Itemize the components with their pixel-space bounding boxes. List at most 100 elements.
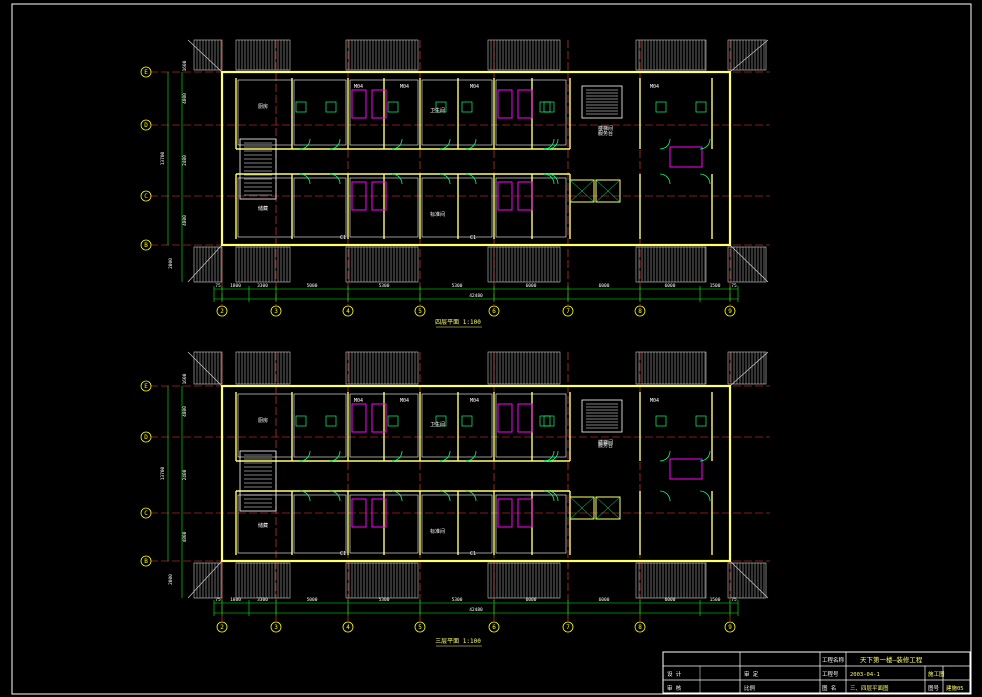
room-label: C1	[470, 235, 476, 241]
axis-bubble-col-8: 8	[634, 621, 646, 633]
room-label: 厨房	[258, 103, 268, 110]
room-label: M04	[470, 84, 479, 90]
room-label: 厨房	[258, 417, 268, 424]
axis-bubble-col-4: 4	[342, 305, 354, 317]
v-dim-text: 2400	[182, 469, 188, 480]
svg-text:D: D	[144, 434, 148, 441]
room-label: M04	[354, 398, 363, 404]
h-dim-overall: 42480	[469, 607, 483, 613]
h-dim-text: 1800	[230, 597, 241, 603]
v-dim-text: 4800	[182, 215, 188, 226]
tb-drawn-label: 设 计	[667, 670, 682, 678]
axis-bubble-col-3: 3	[270, 305, 282, 317]
v-dim-bottom: 2000	[168, 574, 174, 585]
svg-text:C: C	[144, 193, 148, 200]
h-dim-text: 75	[215, 283, 221, 289]
v-dim-text: 4800	[182, 406, 188, 417]
h-dim-text: 3300	[257, 283, 268, 289]
svg-text:9: 9	[728, 308, 732, 315]
cad-drawing-canvas: 厨房储藏卫生间楼梯间服务台标准间M04 M04 M04 M04C1 C116004800…	[0, 0, 982, 697]
room-label: M04	[400, 398, 409, 404]
room-label: C1	[340, 551, 346, 557]
h-dim-text: 1500	[710, 597, 721, 603]
room-label: M04	[400, 84, 409, 90]
svg-text:E: E	[144, 383, 148, 390]
v-dim-text: 1600	[182, 373, 188, 384]
h-dim-text: 1800	[230, 283, 241, 289]
svg-text:7: 7	[566, 624, 570, 631]
svg-text:6: 6	[492, 308, 496, 315]
h-dim-text: 75	[215, 597, 221, 603]
h-dim-text: 5300	[379, 597, 390, 603]
room-label: M04	[650, 398, 659, 404]
axis-bubble-col-6: 6	[488, 305, 500, 317]
tb-stage-label: 图号	[928, 684, 940, 692]
axis-bubble-col-9: 9	[724, 621, 736, 633]
axis-bubble-row-B: B	[140, 239, 152, 251]
axis-bubble-row-C: C	[140, 507, 152, 519]
h-dim-text: 5300	[452, 597, 463, 603]
h-dim-text: 3300	[257, 597, 268, 603]
h-dim-text: 6000	[526, 597, 537, 603]
room-label: 卫生间	[430, 421, 445, 428]
axis-bubble-col-5: 5	[414, 305, 426, 317]
tb-project-name: 天下第一楼—装修工程	[860, 655, 923, 664]
h-dim-text: 6000	[599, 597, 610, 603]
svg-text:E: E	[144, 69, 148, 76]
v-dim-text: 4800	[182, 93, 188, 104]
room-label: C1	[340, 235, 346, 241]
svg-text:5: 5	[418, 624, 422, 631]
axis-bubble-row-D: D	[140, 119, 152, 131]
room-label: 储藏	[258, 522, 268, 529]
axis-bubble-col-2: 2	[216, 621, 228, 633]
h-dim-text: 5300	[379, 283, 390, 289]
svg-text:7: 7	[566, 308, 570, 315]
axis-bubble-col-8: 8	[634, 305, 646, 317]
tb-drawing-no-label: 工程号	[822, 670, 839, 678]
h-dim-text: 6000	[599, 283, 610, 289]
tb-stage: 施工图	[928, 670, 945, 678]
v-dim-bottom: 2000	[168, 258, 174, 269]
axis-bubble-col-3: 3	[270, 621, 282, 633]
axis-bubble-row-C: C	[140, 190, 152, 202]
svg-text:5: 5	[418, 308, 422, 315]
v-dim-overall: 13700	[160, 151, 166, 165]
h-dim-overall: 42480	[469, 293, 483, 299]
v-dim-text: 2400	[182, 155, 188, 166]
v-dim-overall: 13700	[160, 466, 166, 480]
h-dim-text: 5300	[452, 283, 463, 289]
axis-bubble-col-5: 5	[414, 621, 426, 633]
h-dim-text: 1500	[710, 283, 721, 289]
room-label: 标准间	[430, 528, 445, 535]
room-label: M04	[650, 84, 659, 90]
axis-bubble-col-9: 9	[724, 305, 736, 317]
room-label: 服务台	[598, 442, 613, 449]
h-dim-text: 5000	[307, 597, 318, 603]
axis-bubble-row-D: D	[140, 431, 152, 443]
tb-sheet-label: 图 名	[822, 684, 836, 692]
svg-text:B: B	[144, 242, 148, 249]
room-label: M04	[354, 84, 363, 90]
room-label: M04	[470, 398, 479, 404]
tb-company-label: 工程名称	[822, 656, 845, 664]
axis-bubble-col-4: 4	[342, 621, 354, 633]
h-dim-text: 6000	[665, 597, 676, 603]
axis-bubble-col-2: 2	[216, 305, 228, 317]
svg-text:3: 3	[274, 624, 278, 631]
room-label: 服务台	[598, 130, 613, 137]
svg-text:3: 3	[274, 308, 278, 315]
axis-bubble-row-E: E	[140, 66, 152, 78]
svg-text:4: 4	[346, 624, 350, 631]
tb-drawing-no: 2003-04-1	[850, 672, 880, 678]
axis-bubble-col-6: 6	[488, 621, 500, 633]
svg-text:2: 2	[220, 308, 224, 315]
tb-check-label: 审 核	[667, 684, 682, 692]
v-dim-text: 4800	[182, 531, 188, 542]
axis-bubble-col-7: 7	[562, 305, 574, 317]
axis-bubble-row-E: E	[140, 380, 152, 392]
h-dim-text: 6000	[526, 283, 537, 289]
h-dim-text: 75	[731, 283, 737, 289]
tb-page: 建施05	[946, 684, 964, 692]
h-dim-text: 5000	[307, 283, 318, 289]
plan-caption: 三层平面 1:100	[435, 638, 481, 645]
